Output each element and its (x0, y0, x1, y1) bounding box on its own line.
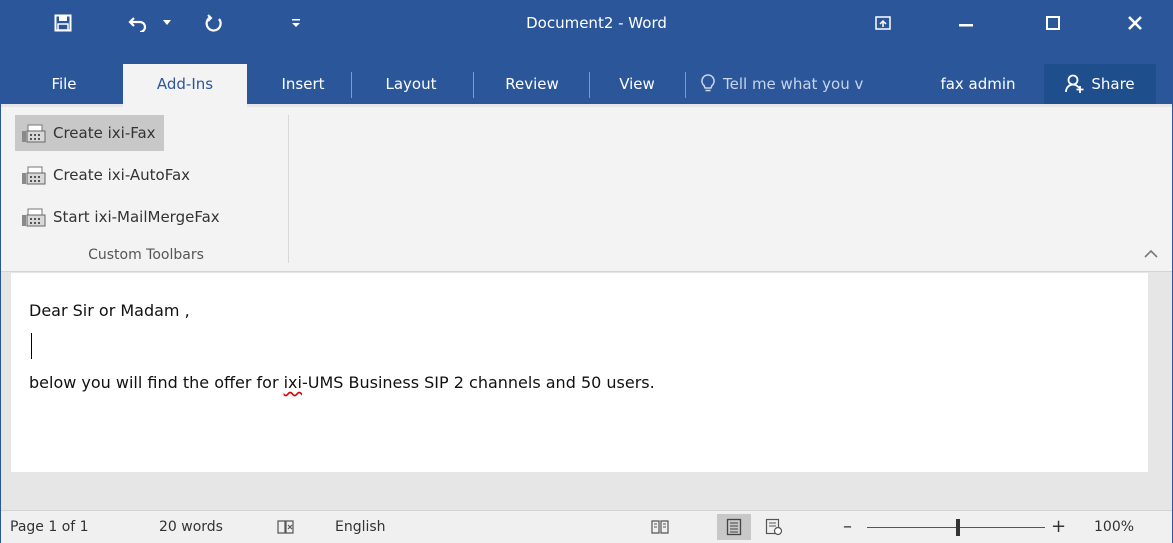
window-title: Document2 - Word (526, 14, 667, 32)
tab-divider (351, 72, 352, 98)
print-layout-icon[interactable] (717, 514, 751, 540)
tab-insert[interactable]: Insert (263, 64, 343, 104)
tab-divider (473, 72, 474, 98)
create-ixi-autofax-button[interactable]: Create ixi-AutoFax (15, 157, 198, 193)
document-line-greeting: Dear Sir or Madam , (29, 301, 190, 320)
user-name[interactable]: fax admin (927, 64, 1029, 104)
create-ixi-autofax-label: Create ixi-AutoFax (53, 166, 191, 184)
ribbon-group-label: Custom Toolbars (88, 247, 204, 263)
tab-layout[interactable]: Layout (367, 64, 455, 104)
close-icon[interactable] (1105, 1, 1165, 45)
fax-icon (21, 165, 47, 185)
create-ixi-fax-label: Create ixi-Fax (53, 124, 156, 142)
body-text: below you will find the offer for (29, 373, 284, 392)
web-layout-icon[interactable] (757, 514, 791, 540)
tab-review[interactable]: Review (487, 64, 577, 104)
page-count[interactable]: Page 1 of 1 (10, 511, 89, 543)
tab-add-ins[interactable]: Add-Ins (123, 64, 247, 107)
collapse-ribbon-icon[interactable] (1144, 247, 1158, 263)
tell-me-box[interactable]: Tell me what you v (701, 64, 923, 104)
word-count[interactable]: 20 words (159, 511, 223, 543)
proofing-icon[interactable] (277, 511, 295, 543)
minimize-icon[interactable] (936, 1, 996, 45)
share-label: Share (1091, 75, 1135, 93)
tab-file[interactable]: File (39, 64, 89, 104)
status-bar: Page 1 of 1 20 words English – + 100% (1, 510, 1172, 543)
read-mode-icon[interactable] (643, 514, 677, 540)
fax-icon (21, 123, 47, 143)
tell-me-placeholder: Tell me what you v (723, 75, 864, 93)
word-window: Document2 - Word File Add-Ins Insert Lay… (0, 0, 1173, 543)
language[interactable]: English (335, 511, 386, 543)
zoom-slider-thumb[interactable] (956, 519, 960, 536)
create-ixi-fax-button[interactable]: Create ixi-Fax (15, 115, 164, 151)
person-add-icon (1065, 74, 1085, 94)
ribbon-display-options-icon[interactable] (853, 1, 913, 45)
lightbulb-icon (701, 74, 715, 94)
tab-view[interactable]: View (605, 64, 669, 104)
zoom-out-icon[interactable]: – (843, 511, 852, 543)
tab-divider (685, 72, 686, 98)
tab-divider (589, 72, 590, 98)
zoom-level[interactable]: 100% (1094, 511, 1134, 543)
share-button[interactable]: Share (1044, 64, 1156, 104)
start-ixi-mailmergefax-label: Start ixi-MailMergeFax (53, 208, 220, 226)
title-bar: Document2 - Word (1, 1, 1172, 64)
document-line-body: below you will find the offer for ixi-UM… (29, 373, 655, 392)
document-page[interactable]: Dear Sir or Madam , below you will find … (11, 273, 1148, 472)
ribbon: Create ixi-Fax Create ixi-AutoFax Start … (1, 107, 1172, 272)
fax-icon (21, 207, 47, 227)
start-ixi-mailmergefax-button[interactable]: Start ixi-MailMergeFax (15, 199, 228, 235)
zoom-in-icon[interactable]: + (1051, 511, 1066, 543)
text-cursor (31, 333, 32, 359)
body-text-rest: -UMS Business SIP 2 channels and 50 user… (301, 373, 655, 392)
maximize-icon[interactable] (1023, 1, 1083, 45)
misspelled-word[interactable]: ixi (284, 373, 302, 392)
ribbon-group-divider (288, 115, 289, 263)
